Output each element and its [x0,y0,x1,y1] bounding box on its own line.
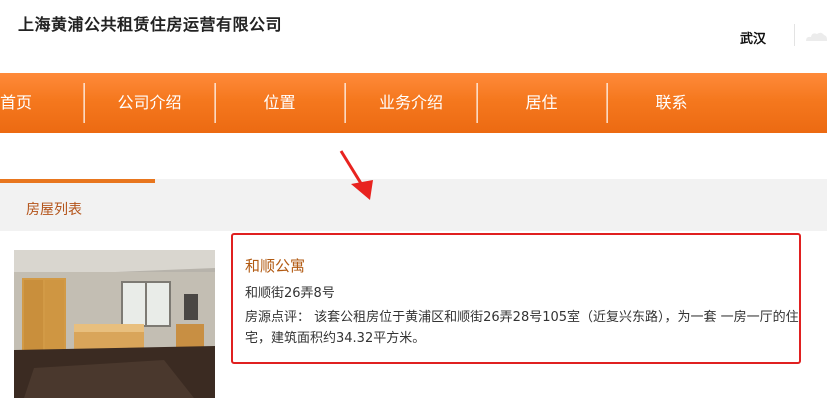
nav-separator [476,83,478,123]
room-photo-image [14,250,215,398]
nav-separator [606,83,608,123]
listing-name-link[interactable]: 和顺公寓 [245,255,305,276]
nav-location[interactable]: 位置 [222,73,337,133]
listing-address: 和顺街26弄8号 [245,286,335,301]
company-name: 上海黄浦公共租赁住房运营有限公司 [18,15,283,34]
red-arrow-annotation [339,150,373,200]
site-header: 上海黄浦公共租赁住房运营有限公司 武汉 [0,0,827,72]
nav-residence[interactable]: 居住 [484,73,599,133]
city-selector[interactable]: 武汉 [740,28,766,47]
listing-review: 房源点评： 该套公租房位于黄浦区和顺街26弄28号105室（近复兴东路），为一套… [245,310,799,346]
nav-separator [344,83,346,123]
listing-photo[interactable] [14,250,215,398]
nav-business[interactable]: 业务介绍 [352,73,470,133]
house-list-title[interactable]: 房屋列表 [26,199,82,219]
listing-card: 和顺公寓 和顺街26弄8号 房源点评： 该套公租房位于黄浦区和顺街26弄28号1… [231,233,801,364]
header-divider [794,24,795,46]
nav-contact[interactable]: 联系 [614,73,729,133]
nav-separator [214,83,216,123]
house-list-bar: 房屋列表 [0,179,827,231]
cloud-decoration-icon [806,32,827,41]
main-nav: 首页 公司介绍 位置 业务介绍 居住 联系 [0,73,827,133]
nav-about[interactable]: 公司介绍 [92,73,207,133]
list-bar-accent [0,179,155,183]
nav-home[interactable]: 首页 [0,73,38,133]
nav-separator [83,83,85,123]
